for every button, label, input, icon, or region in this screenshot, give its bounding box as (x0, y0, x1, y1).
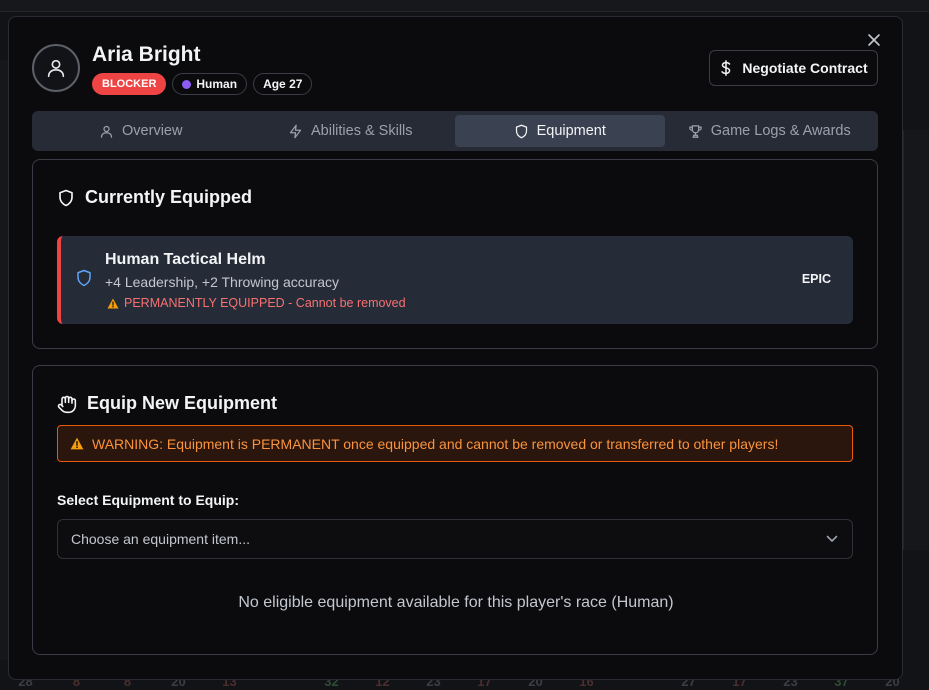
background-top-bar (0, 0, 929, 12)
section-title: Currently Equipped (85, 187, 253, 207)
permanent-equip-warning: WARNING: Equipment is PERMANENT once equ… (57, 425, 853, 462)
equip-new-heading: Equip New Equipment (57, 393, 277, 414)
close-button[interactable] (864, 30, 884, 50)
negotiate-contract-button[interactable]: Negotiate Contract (709, 50, 878, 86)
warning-icon (107, 298, 119, 308)
warning-text: WARNING: Equipment is PERMANENT once equ… (92, 435, 779, 452)
equipped-item-stats: +4 Leadership, +2 Throwing accuracy (105, 274, 339, 290)
race-badge: Human (172, 73, 248, 95)
hand-icon (57, 395, 77, 413)
avatar (32, 44, 80, 92)
tab-label: Equipment (536, 123, 606, 139)
background-left-column (0, 60, 8, 660)
tab-overview[interactable]: Overview (36, 115, 246, 147)
equipped-item: Human Tactical Helm +4 Leadership, +2 Th… (57, 236, 853, 324)
dollar-icon (721, 60, 731, 76)
tab-label: Overview (122, 123, 183, 139)
permanent-warning-text: PERMANENTLY EQUIPPED - Cannot be removed (124, 296, 406, 310)
race-label: Human (196, 77, 238, 91)
close-icon (868, 34, 880, 46)
section-title: Equip New Equipment (87, 393, 278, 413)
currently-equipped-card: Currently Equipped Human Tactical Helm +… (32, 159, 878, 349)
player-name: Aria Bright (92, 43, 201, 66)
equipment-select[interactable]: Choose an equipment item... (57, 519, 853, 559)
equipment-select-placeholder: Choose an equipment item... (71, 531, 250, 547)
select-equipment-label: Select Equipment to Equip: (57, 492, 240, 508)
user-icon (100, 125, 113, 138)
currently-equipped-heading: Currently Equipped (57, 187, 252, 208)
user-icon (47, 59, 65, 78)
tab-equipment[interactable]: Equipment (455, 115, 665, 147)
equipped-item-name: Human Tactical Helm (105, 251, 266, 268)
rarity-label: EPIC (801, 272, 831, 286)
shield-icon (59, 189, 73, 206)
equip-new-card: Equip New Equipment WARNING: Equipment i… (32, 365, 878, 655)
chevron-down-icon (826, 535, 838, 542)
permanent-warning: PERMANENTLY EQUIPPED - Cannot be removed (107, 296, 406, 310)
negotiate-contract-label: Negotiate Contract (742, 60, 868, 76)
race-icon (182, 79, 192, 89)
background-right-column (903, 130, 929, 550)
warning-icon (70, 437, 84, 450)
position-badge: BLOCKER (92, 73, 167, 95)
empty-state-message: No eligible equipment available for this… (238, 594, 674, 611)
tab-abilities-skills[interactable]: Abilities & Skills (246, 115, 456, 147)
age-badge: Age 27 (253, 73, 313, 95)
shield-icon (515, 124, 527, 138)
shield-icon (77, 269, 91, 287)
tab-label: Abilities & Skills (310, 123, 413, 139)
tab-label: Game Logs & Awards (710, 123, 851, 139)
player-badges: BLOCKER Human Age 27 (92, 73, 313, 95)
tab-game-logs-awards[interactable]: Game Logs & Awards (665, 115, 875, 147)
lightning-icon (289, 124, 302, 138)
trophy-icon (689, 124, 702, 138)
tab-bar: Overview Abilities & Skills Equipment Ga… (32, 111, 878, 151)
